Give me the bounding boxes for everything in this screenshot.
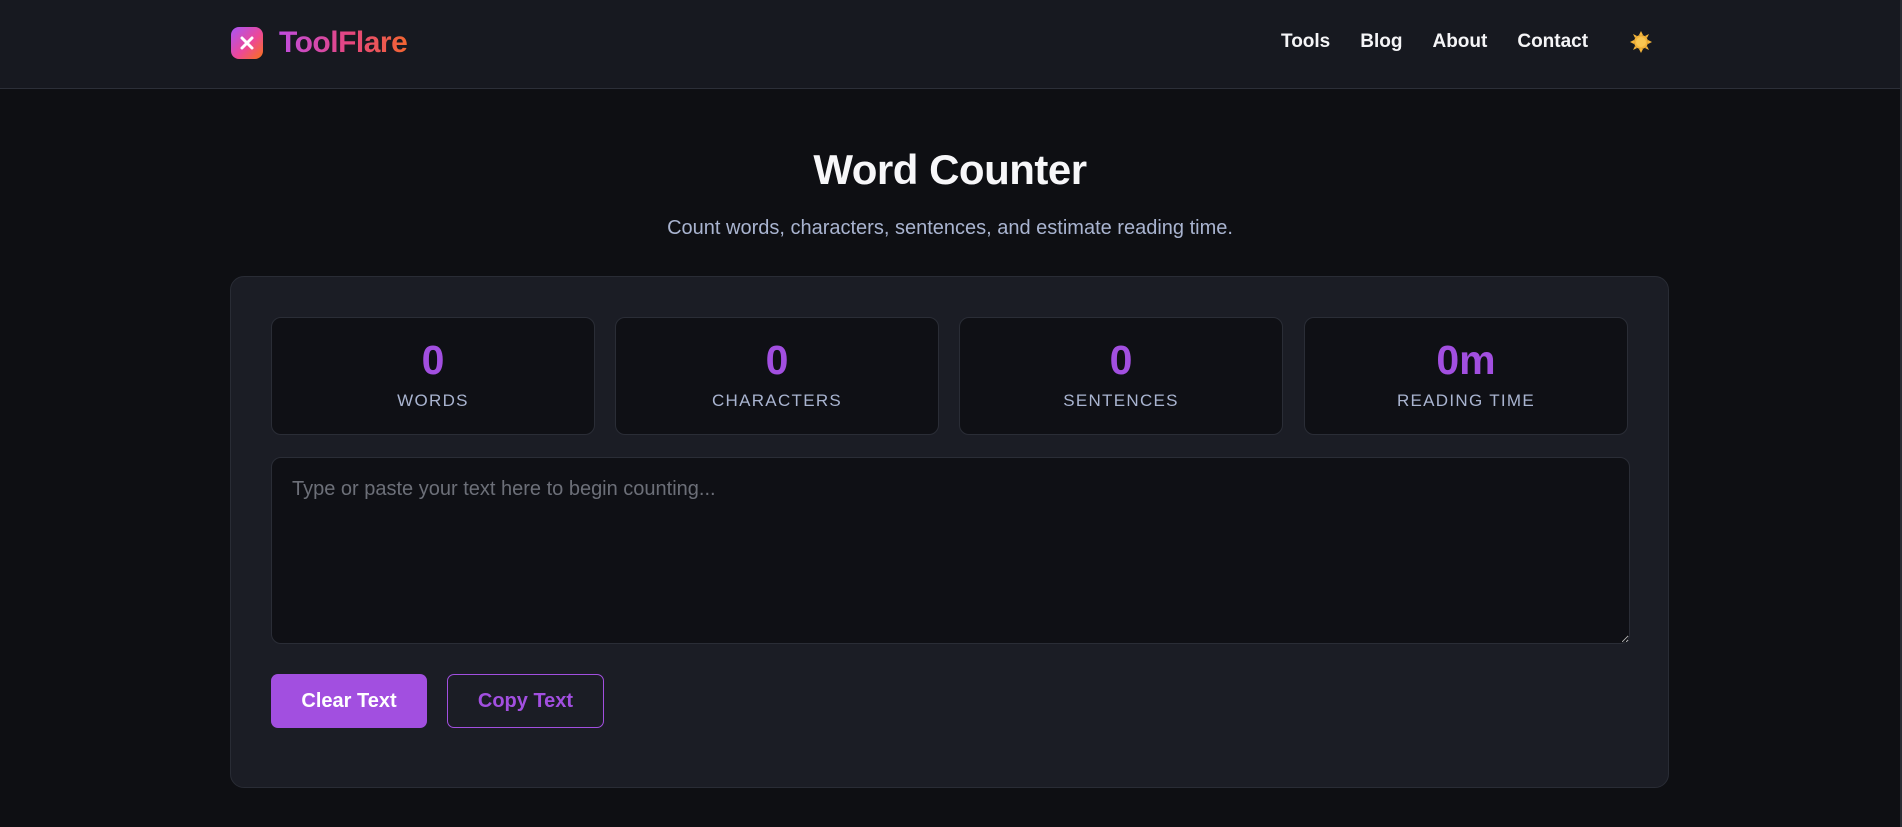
nav-link-contact[interactable]: Contact [1517, 29, 1588, 55]
stat-label-words: WORDS [397, 391, 469, 410]
close-x-icon [231, 27, 263, 59]
stat-value-sentences: 0 [1109, 337, 1133, 383]
copy-text-button[interactable]: Copy Text [447, 674, 604, 728]
stat-label-reading-time: READING TIME [1396, 391, 1536, 410]
stat-card-reading-time: 0m READING TIME [1304, 317, 1628, 435]
stat-label-sentences: SENTENCES [1063, 391, 1179, 410]
stat-value-words: 0 [421, 337, 445, 383]
clear-text-button[interactable]: Clear Text [271, 674, 427, 728]
sun-icon [1628, 29, 1654, 60]
theme-toggle-button[interactable] [1628, 29, 1654, 60]
nav-link-blog[interactable]: Blog [1360, 29, 1402, 55]
top-navbar: ToolFlare Tools Blog About Contact [0, 0, 1900, 89]
stat-card-words: 0 WORDS [271, 317, 595, 435]
nav-link-tools[interactable]: Tools [1281, 29, 1330, 55]
text-input-area[interactable] [271, 457, 1630, 644]
page-title: Word Counter [813, 146, 1087, 193]
stat-card-sentences: 0 SENTENCES [959, 317, 1283, 435]
stat-label-characters: CHARACTERS [711, 391, 843, 410]
main-nav: Tools Blog About Contact [1281, 29, 1618, 55]
brand-name: ToolFlare [279, 26, 408, 59]
stat-value-characters: 0 [765, 337, 789, 383]
brand-logo-link[interactable]: ToolFlare [231, 26, 408, 59]
stat-card-characters: 0 CHARACTERS [615, 317, 939, 435]
word-counter-card: 0 WORDS 0 CHARACTERS 0 SENTENCES 0m READ… [230, 276, 1669, 788]
nav-link-about[interactable]: About [1432, 29, 1487, 55]
stat-value-reading-time: 0m [1436, 337, 1496, 383]
page-subtitle: Count words, characters, sentences, and … [667, 217, 1233, 239]
